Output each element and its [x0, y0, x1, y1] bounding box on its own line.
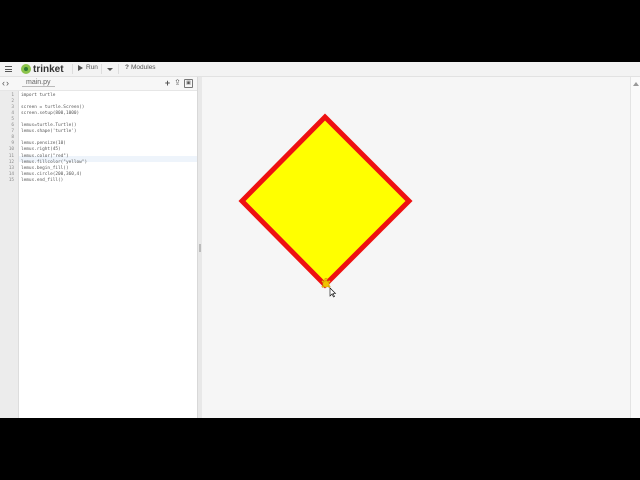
chevron-down-icon[interactable] — [107, 68, 113, 71]
line-number: 14 — [8, 171, 14, 177]
line-number: 15 — [8, 177, 14, 183]
code-line[interactable]: screen.setup(800,1000) — [21, 111, 79, 116]
toolbar-divider — [72, 64, 73, 74]
mouse-pointer-icon — [329, 287, 337, 298]
code-line[interactable]: screen = turtle.Screen() — [21, 105, 84, 110]
filled-square-shape — [238, 113, 413, 289]
code-line[interactable]: lemus.end_fill() — [21, 178, 63, 183]
line-number: 4 — [11, 111, 14, 117]
line-number: 10 — [8, 147, 14, 153]
vertical-scrollbar[interactable] — [630, 77, 640, 418]
line-number: 5 — [11, 117, 14, 123]
code-line[interactable]: lemus.pensize(10) — [21, 141, 66, 146]
line-number: 12 — [8, 159, 14, 165]
question-mark-icon: ? — [125, 64, 129, 71]
hamburger-menu-icon[interactable] — [5, 66, 12, 72]
add-file-icon[interactable]: + — [164, 79, 171, 88]
code-line[interactable]: lemus.circle(200,360,4) — [21, 172, 82, 177]
code-line[interactable]: lemus.shape('turtle') — [21, 129, 77, 134]
line-number: 1 — [11, 93, 14, 98]
run-button[interactable]: Run — [78, 64, 98, 71]
scroll-up-icon[interactable] — [633, 82, 639, 86]
line-number: 2 — [11, 99, 14, 105]
toolbar-divider — [118, 64, 119, 74]
modules-button[interactable]: ? Modules — [125, 64, 156, 71]
line-number: 13 — [8, 165, 14, 171]
turtle-drawing — [238, 113, 413, 298]
turtle-output-canvas[interactable] — [202, 77, 630, 418]
line-number-gutter: 1 2 3 4 5 6 7 8 9 10 11 12 13 14 15 — [0, 91, 19, 418]
line-number: 7 — [11, 129, 14, 135]
toolbar-divider — [101, 64, 102, 74]
top-toolbar: trinket Run ? Modules — [0, 62, 640, 77]
image-library-icon[interactable]: ▣ — [184, 79, 193, 88]
code-editor[interactable]: 1 2 3 4 5 6 7 8 9 10 11 12 13 14 15 import turtle scree… — [0, 91, 197, 418]
code-line[interactable]: lemus.right(45) — [21, 147, 61, 152]
line-number: 9 — [11, 141, 14, 147]
trinket-app: trinket Run ? Modules ‹› main.py + ⇪ ▣ 12… — [0, 62, 640, 418]
code-line[interactable]: import turtle — [21, 93, 55, 98]
grip-icon — [199, 244, 201, 252]
trinket-logo[interactable]: trinket — [21, 63, 64, 75]
line-number: 8 — [11, 135, 14, 141]
code-line[interactable]: lemus.begin_fill() — [21, 166, 69, 171]
logo-text: trinket — [33, 63, 64, 75]
code-line[interactable]: lemus.fillcolor("yellow") — [21, 160, 87, 165]
file-tab-main[interactable]: main.py — [22, 79, 55, 87]
file-tab-bar: ‹› main.py + ⇪ ▣ — [0, 77, 197, 91]
modules-label: Modules — [130, 64, 156, 71]
toggle-panels-icon[interactable]: ‹› — [2, 78, 10, 88]
upload-icon[interactable]: ⇪ — [174, 79, 181, 88]
code-line[interactable]: lemus=turtle.Turtle() — [21, 123, 77, 128]
line-number: 6 — [11, 123, 14, 129]
trinket-logo-icon — [21, 64, 31, 74]
line-number: 3 — [11, 105, 14, 111]
play-icon — [78, 64, 83, 71]
line-number: 11 — [8, 153, 14, 159]
run-label: Run — [86, 64, 98, 71]
code-line[interactable]: lemus.color("red") — [21, 154, 69, 159]
file-tools: + ⇪ ▣ — [164, 79, 193, 88]
